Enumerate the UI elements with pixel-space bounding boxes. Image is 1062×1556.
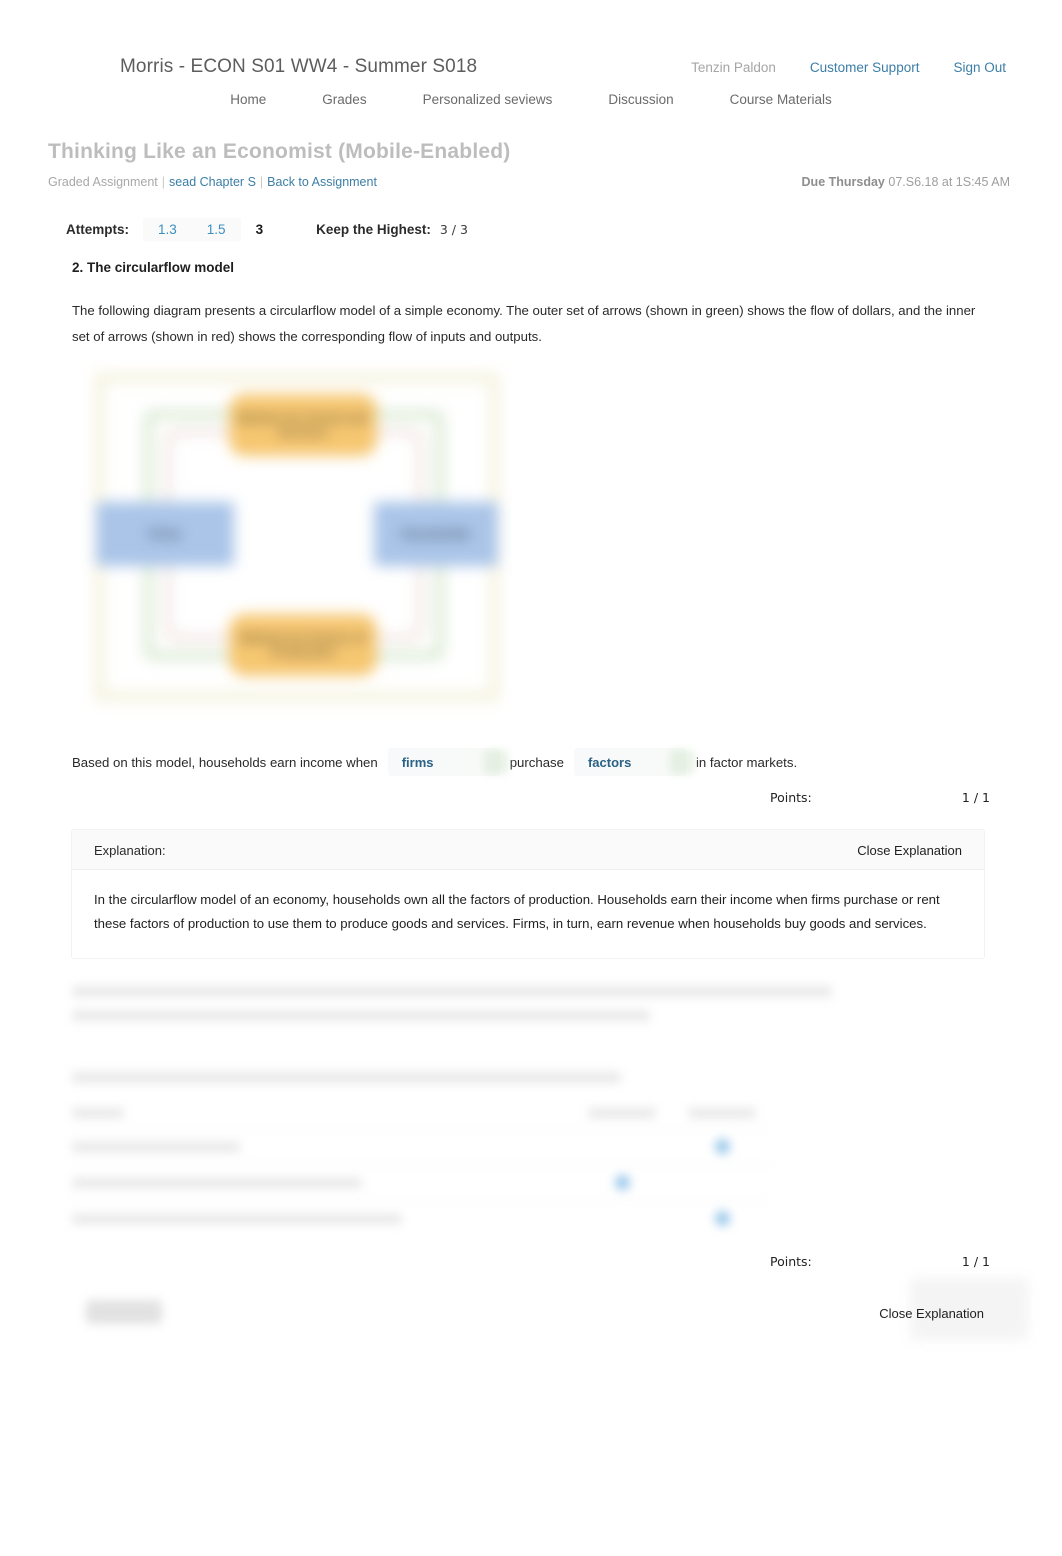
page-title: Thinking Like an Economist (Mobile-Enabl… — [48, 140, 511, 163]
due-prefix: Due Thursday — [801, 175, 885, 189]
radio-option-a[interactable] — [572, 1175, 672, 1190]
explanation-body: In the circularflow model of an economy,… — [72, 870, 984, 958]
attempts-tabs: 1.3 1.5 3 — [143, 218, 279, 241]
radio-icon[interactable] — [714, 1139, 730, 1154]
breadcrumb-sep-2: | — [259, 175, 264, 189]
correct-check-icon-2 — [669, 750, 694, 774]
points-label-2: Points: — [770, 1254, 812, 1269]
diagram-box-households: Households — [374, 502, 498, 566]
main-nav: Home Grades Personalized seviews Discuss… — [0, 92, 1062, 107]
dropdown-subject-value: firms — [401, 754, 434, 770]
points-label: Points: — [770, 790, 812, 805]
next-question-prompt-blurred — [72, 986, 832, 1034]
correct-check-icon — [483, 750, 508, 774]
radio-icon[interactable] — [714, 1211, 730, 1226]
explanation-header: Explanation: Close Explanation — [72, 830, 984, 870]
dropdown-object-value: factors — [587, 754, 632, 770]
next-question-table-blurred — [72, 1098, 772, 1236]
radio-icon[interactable] — [614, 1175, 630, 1190]
keep-highest-value: 3 / 3 — [439, 222, 468, 237]
attempts-bar: Attempts: 1.3 1.5 3 Keep the Highest: 3 … — [66, 218, 468, 241]
site-header: Morris - ECON S01 WW4 - Summer S018 Tenz… — [0, 0, 1062, 107]
customer-support-link[interactable]: Customer Support — [810, 60, 920, 75]
breadcrumb: Graded Assignment | sead Chapter S | Back to… — [48, 175, 377, 189]
sign-out-link[interactable]: Sign Out — [953, 60, 1006, 75]
points-row-question-1: Points: 1 / 1 — [770, 790, 990, 805]
diagram-box-factor-markets: Markets for Factors of Production — [229, 614, 377, 676]
user-name: Tenzin Paldon — [691, 60, 776, 75]
answer-text-part-1: Based on this model, households earn inc… — [72, 754, 378, 770]
due-date: Due Thursday 07.S6.18 at 1S:45 AM — [802, 175, 1010, 189]
nav-item-discussion[interactable]: Discussion — [580, 92, 701, 107]
explanation-label: Explanation: — [94, 843, 166, 858]
answer-sentence: Based on this model, households earn inc… — [72, 748, 972, 776]
radio-option-b[interactable] — [672, 1211, 772, 1226]
table-row — [72, 1200, 772, 1236]
page-root: Morris - ECON S01 WW4 - Summer S018 Tenz… — [0, 0, 1062, 1556]
dropdown-object[interactable]: factors — [573, 748, 694, 776]
blurred-text-line — [72, 1010, 650, 1021]
due-value: 07.S6.18 at 1S:45 AM — [888, 175, 1010, 189]
question-prompt: The following diagram presents a circula… — [72, 303, 976, 344]
nav-item-personalized-reviews[interactable]: Personalized seviews — [395, 92, 581, 107]
blurred-text-line — [72, 1072, 621, 1083]
answer-text-part-3: in factor markets. — [695, 754, 798, 770]
diagram-box-firms: Firms — [96, 502, 234, 566]
breadcrumb-type: Graded Assignment — [48, 175, 158, 189]
breadcrumb-sep-1: | — [161, 175, 166, 189]
table-row — [72, 1164, 772, 1200]
read-chapter-link[interactable]: sead Chapter S — [169, 175, 256, 189]
keep-highest-label: Keep the Highest: — [316, 222, 431, 237]
question-heading: 2. The circularflow model — [72, 260, 235, 275]
explanation-panel: Explanation: Close Explanation In the ci… — [72, 830, 984, 958]
back-to-assignment-link[interactable]: Back to Assignment — [267, 175, 377, 189]
points-row-question-2: Points: 1 / 1 — [770, 1254, 990, 1269]
attempt-tab-1[interactable]: 1.3 — [143, 218, 192, 241]
table-header-row — [72, 1098, 772, 1128]
table-col-option-a — [572, 1108, 672, 1118]
attempts-label: Attempts: — [66, 222, 129, 237]
blurred-action-button[interactable] — [86, 1300, 162, 1324]
radio-option-b[interactable] — [672, 1139, 772, 1154]
nav-item-home[interactable]: Home — [202, 92, 294, 107]
close-explanation-button-2[interactable]: Close Explanation — [879, 1306, 984, 1321]
header-account-area: Tenzin Paldon Customer Support Sign Out — [691, 60, 1006, 75]
blurred-text-line — [72, 986, 832, 997]
nav-item-grades[interactable]: Grades — [294, 92, 394, 107]
table-col-statement — [72, 1108, 572, 1118]
attempt-tab-3-current[interactable]: 3 — [240, 218, 279, 241]
next-question-subprompt-blurred — [72, 1072, 632, 1096]
answer-text-part-2: purchase — [509, 754, 564, 770]
table-col-option-b — [672, 1108, 772, 1118]
circular-flow-diagram-image: Markets for Goods and Services Markets f… — [82, 366, 512, 711]
nav-item-course-materials[interactable]: Course Materials — [702, 92, 860, 107]
points-value: 1 / 1 — [961, 790, 990, 805]
points-value-2: 1 / 1 — [961, 1254, 990, 1269]
close-explanation-button[interactable]: Close Explanation — [857, 843, 962, 858]
circular-flow-diagram: Markets for Goods and Services Markets f… — [82, 366, 512, 711]
table-row — [72, 1128, 772, 1164]
attempt-tab-2[interactable]: 1.5 — [191, 218, 241, 241]
dropdown-subject[interactable]: firms — [387, 748, 508, 776]
course-title: Morris - ECON S01 WW4 - Summer S018 — [120, 56, 478, 77]
diagram-box-goods-markets: Markets for Goods and Services — [229, 394, 377, 456]
